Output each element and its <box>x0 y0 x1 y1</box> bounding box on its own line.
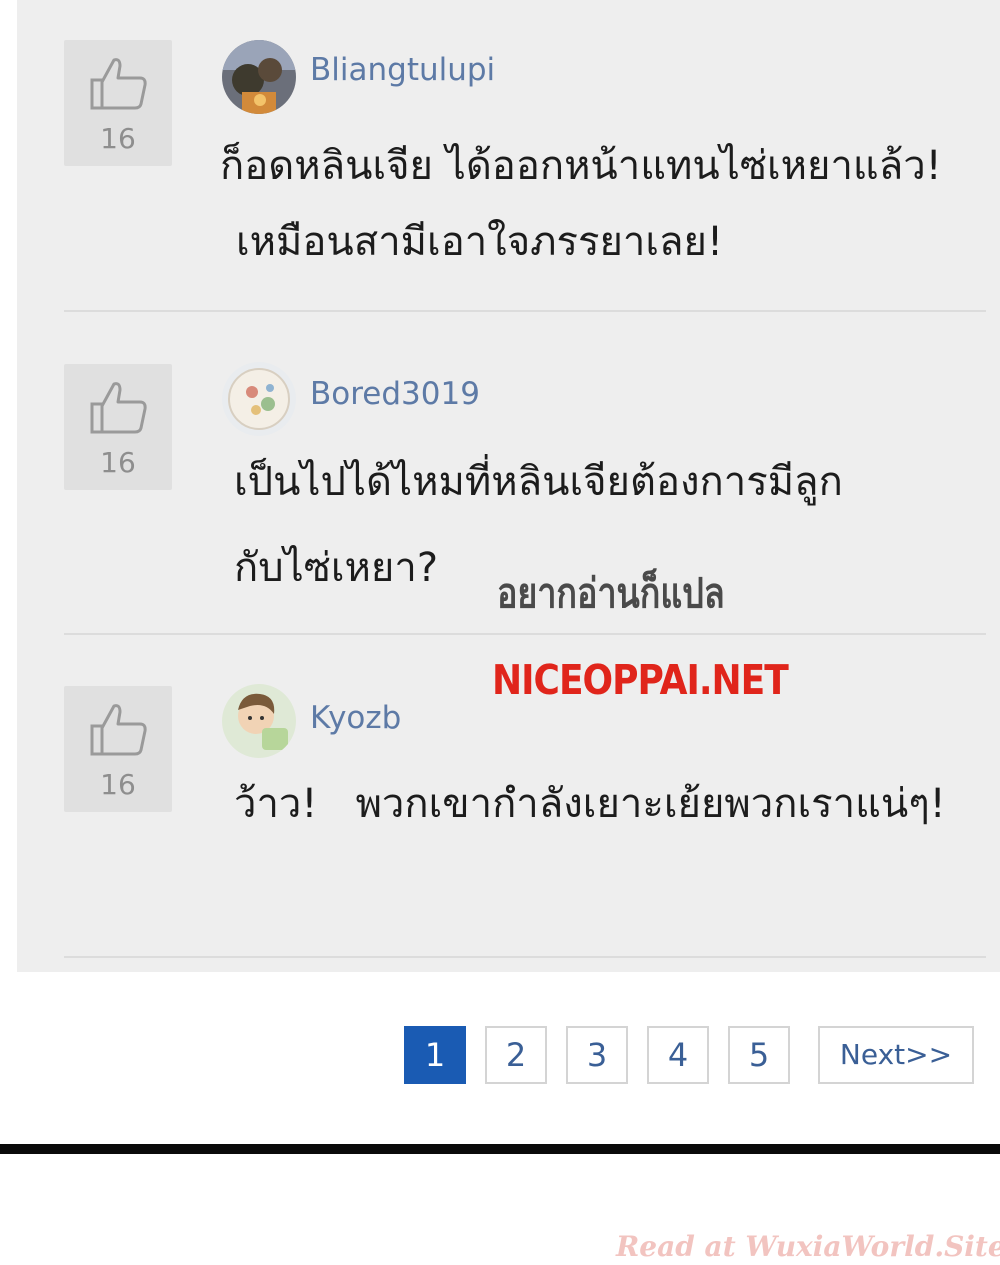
pagination: 1 2 3 4 5 Next>> <box>0 1026 1000 1086</box>
page-button-2[interactable]: 2 <box>485 1026 547 1084</box>
divider <box>64 956 986 958</box>
thumbs-up-icon <box>90 58 147 110</box>
divider <box>64 633 986 635</box>
footer-watermark: Read at WuxiaWorld.Site <box>616 1230 1000 1263</box>
page-button-1[interactable]: 1 <box>404 1026 466 1084</box>
page-button-5[interactable]: 5 <box>728 1026 790 1084</box>
site-watermark: NICEOPPAI.NET <box>492 657 789 705</box>
page-button-4[interactable]: 4 <box>647 1026 709 1084</box>
username[interactable]: Bored3019 <box>310 376 480 412</box>
like-count: 16 <box>100 446 136 479</box>
next-page-button[interactable]: Next>> <box>818 1026 974 1084</box>
like-button[interactable]: 16 <box>64 40 172 166</box>
divider <box>64 310 986 312</box>
thumbs-up-icon <box>90 704 147 756</box>
avatar[interactable] <box>222 684 296 758</box>
username[interactable]: Bliangtulupi <box>310 52 495 88</box>
like-button[interactable]: 16 <box>64 686 172 812</box>
scanlation-watermark: อยากอ่านก็แปล <box>497 569 725 618</box>
comment-text: ว้าว! พวกเขากำลังเยาะเย้ยพวกเราแน่ๆ! <box>234 781 946 827</box>
separator-bar <box>0 1144 1000 1154</box>
comment-text: เหมือนสามีเอาใจภรรยาเลย! <box>236 219 724 265</box>
comment-text: กับไซ่เหยา? <box>234 545 439 591</box>
avatar[interactable] <box>222 362 296 436</box>
like-count: 16 <box>100 122 136 155</box>
thumbs-up-icon <box>90 382 147 434</box>
comment-text: เป็นไปได้ไหมที่หลินเจียต้องการมีลูก <box>234 459 843 505</box>
comment-text: ก็อดหลินเจีย ได้ออกหน้าแทนไซ่เหยาแล้ว! <box>220 143 942 189</box>
username[interactable]: Kyozb <box>310 700 401 736</box>
avatar[interactable] <box>222 40 296 114</box>
comments-page: 16 Bliangtulupi ก็อดหลินเจีย ได้ออกหน้าแ… <box>0 0 1000 1265</box>
like-count: 16 <box>100 768 136 801</box>
page-button-3[interactable]: 3 <box>566 1026 628 1084</box>
like-button[interactable]: 16 <box>64 364 172 490</box>
